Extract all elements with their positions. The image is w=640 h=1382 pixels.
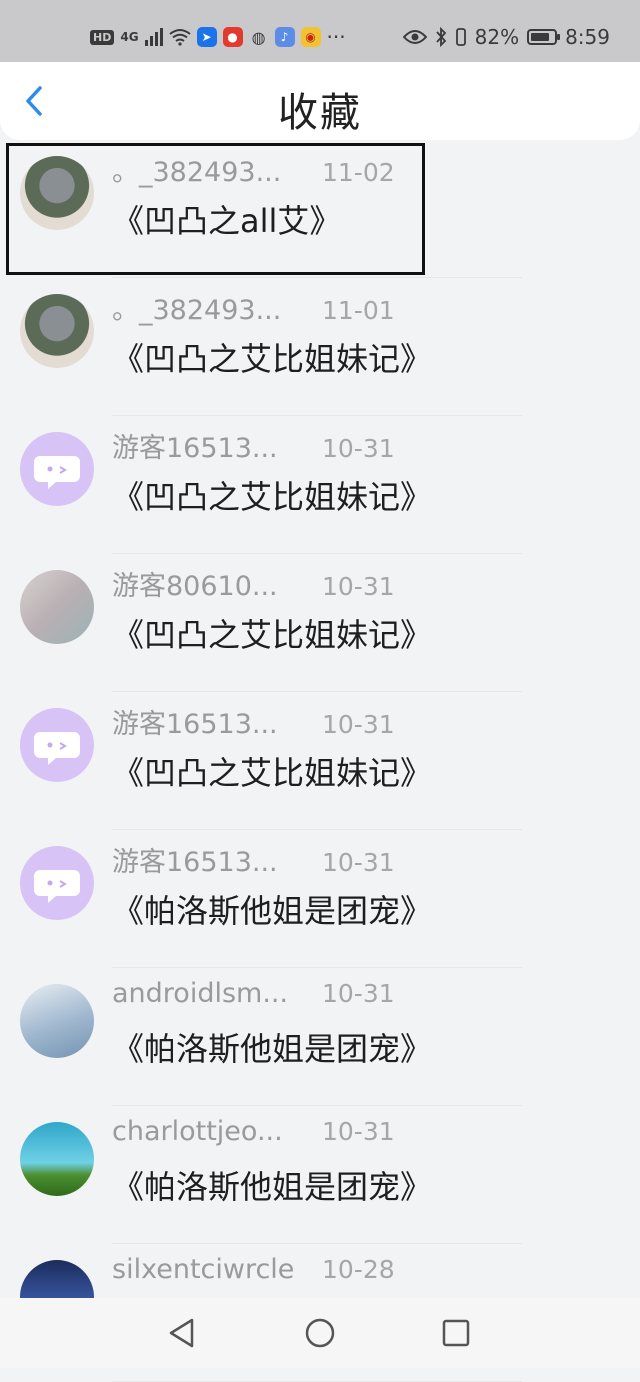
item-meta: 游客80610... 10-31 [112, 564, 395, 603]
favorite-item[interactable]: 游客16513... 10-31 《凹凸之艾比姐妹记》 [0, 416, 640, 554]
item-meta: androidlsm... 10-31 [112, 978, 395, 1014]
battery-percent: 82% [474, 25, 520, 49]
avatar[interactable] [20, 708, 94, 782]
avatar[interactable] [20, 570, 94, 644]
story-title[interactable]: 《帕洛斯他姐是团宠》 [112, 1162, 432, 1208]
avatar[interactable] [20, 846, 94, 920]
app-red-icon: ● [222, 27, 243, 47]
favorites-list: 。_382493... 11-02 《凹凸之all艾》 。_382493... 11-0… [0, 140, 640, 1382]
username[interactable]: 游客80610... [112, 564, 312, 603]
favorite-item[interactable]: charlottjeo... 10-31 《帕洛斯他姐是团宠》 [0, 1106, 640, 1244]
battery-fill [531, 33, 550, 41]
eye-icon [402, 30, 427, 44]
story-title[interactable]: 《凹凸之艾比姐妹记》 [112, 472, 432, 518]
page-title: 收藏 [278, 90, 362, 136]
date: 10-28 [322, 1255, 395, 1284]
username[interactable]: androidlsm... [112, 978, 312, 1009]
avatar[interactable] [20, 432, 94, 506]
battery-icon [527, 29, 561, 45]
favorite-item[interactable]: 。_382493... 11-01 《凹凸之艾比姐妹记》 [0, 278, 640, 416]
item-meta: 游客16513... 10-31 [112, 840, 395, 879]
navigation-bar [0, 1298, 640, 1368]
square-recents-icon[interactable] [436, 1313, 476, 1353]
item-meta: 。_382493... 11-02 [112, 150, 395, 189]
favorite-item[interactable]: 游客16513... 10-31 《帕洛斯他姐是团宠》 [0, 830, 640, 968]
item-meta: 。_382493... 11-01 [112, 288, 395, 327]
avatar[interactable] [20, 294, 94, 368]
more-notifications: ··· [326, 25, 346, 49]
signal-icon [144, 28, 163, 46]
avatar[interactable] [20, 156, 94, 230]
item-meta: silxentciwrcle 10-28 [112, 1254, 395, 1290]
circle-home-icon[interactable] [300, 1313, 340, 1353]
clock: 8:59 [565, 25, 610, 49]
date: 11-02 [322, 158, 395, 187]
app-header: 收藏 [0, 62, 640, 140]
music-icon: ♪ [274, 27, 295, 47]
date: 10-31 [322, 1117, 395, 1146]
favorite-item[interactable]: 游客80610... 10-31 《凹凸之艾比姐妹记》 [0, 554, 640, 692]
vibrate-icon [455, 28, 466, 46]
username[interactable]: 游客16513... [112, 840, 312, 879]
wechat-icon: ◍ [248, 27, 269, 47]
username[interactable]: 游客16513... [112, 426, 312, 465]
chat-bubble-icon [34, 870, 80, 903]
weibo-icon: ◉ [300, 27, 321, 47]
network-type: 4G [120, 30, 139, 44]
username[interactable]: 。_382493... [112, 150, 312, 189]
triangle-back-icon[interactable] [162, 1313, 202, 1353]
username[interactable]: 游客16513... [112, 702, 312, 741]
username[interactable]: 。_382493... [112, 288, 312, 327]
date: 10-31 [322, 710, 395, 739]
item-meta: 游客16513... 10-31 [112, 426, 395, 465]
chat-bubble-icon [34, 456, 80, 489]
item-meta: charlottjeo... 10-31 [112, 1116, 395, 1152]
story-title[interactable]: 《凹凸之艾比姐妹记》 [112, 610, 432, 656]
story-title[interactable]: 《凹凸之艾比姐妹记》 [112, 334, 432, 380]
wifi-icon [168, 29, 191, 46]
story-title[interactable]: 《凹凸之艾比姐妹记》 [112, 748, 432, 794]
status-bar: HD 4G ➤ ● ◍ ♪ ◉ ··· 82% 8:59 [0, 0, 640, 62]
date: 10-31 [322, 434, 395, 463]
status-bar-right: 82% 8:59 [402, 22, 610, 52]
favorite-item[interactable]: 游客16513... 10-31 《凹凸之艾比姐妹记》 [0, 692, 640, 830]
status-bar-left: HD 4G ➤ ● ◍ ♪ ◉ ··· [90, 22, 346, 52]
date: 10-31 [322, 848, 395, 877]
hd-badge: HD [90, 29, 115, 45]
app-send-icon: ➤ [196, 27, 217, 47]
chat-bubble-icon [34, 732, 80, 765]
date: 10-31 [322, 572, 395, 601]
story-title[interactable]: 《凹凸之all艾》 [112, 196, 341, 242]
username[interactable]: charlottjeo... [112, 1116, 312, 1147]
story-title[interactable]: 《帕洛斯他姐是团宠》 [112, 886, 432, 932]
avatar[interactable] [20, 1122, 94, 1196]
date: 11-01 [322, 296, 395, 325]
story-title[interactable]: 《帕洛斯他姐是团宠》 [112, 1024, 432, 1070]
favorite-item[interactable]: 。_382493... 11-02 《凹凸之all艾》 [0, 140, 640, 278]
avatar[interactable] [20, 984, 94, 1058]
favorite-item[interactable]: androidlsm... 10-31 《帕洛斯他姐是团宠》 [0, 968, 640, 1106]
bluetooth-icon [435, 27, 446, 47]
item-meta: 游客16513... 10-31 [112, 702, 395, 741]
username[interactable]: silxentciwrcle [112, 1254, 312, 1285]
date: 10-31 [322, 979, 395, 1008]
